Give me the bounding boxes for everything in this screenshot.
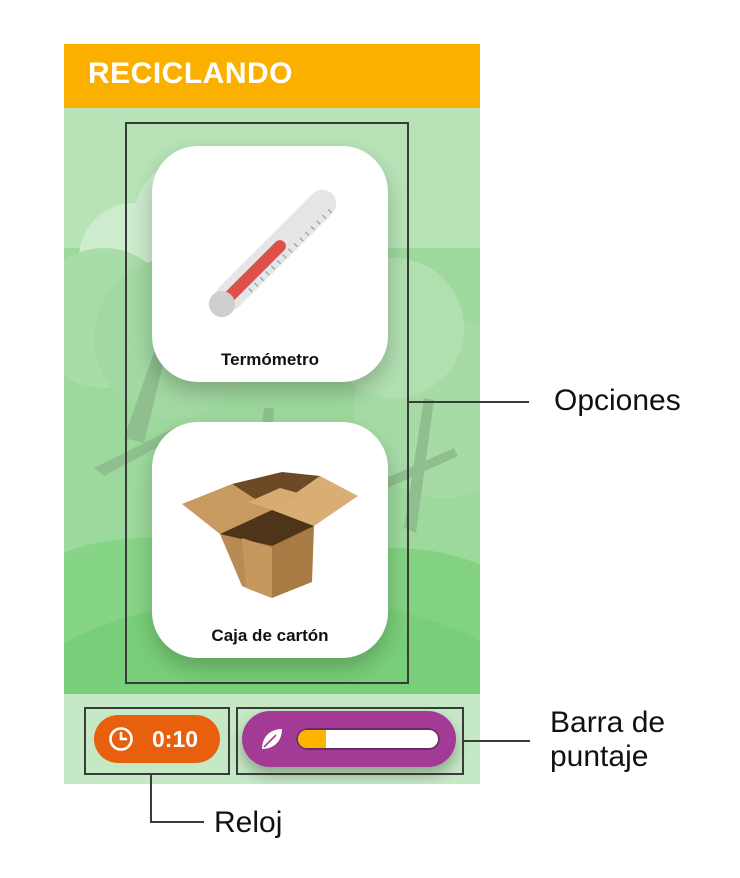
score-highlight-frame xyxy=(236,707,464,775)
timer-callout-line-vertical xyxy=(150,775,152,823)
app-title: RECICLANDO xyxy=(88,57,293,90)
score-callout-label-line1: Barra de xyxy=(550,706,666,739)
score-callout-label-line2: puntaje xyxy=(550,740,649,773)
options-callout-line xyxy=(409,401,529,403)
options-callout-label: Opciones xyxy=(554,384,681,417)
options-highlight-frame xyxy=(125,122,409,684)
timer-callout-line-horizontal xyxy=(150,821,204,823)
timer-callout-label: Reloj xyxy=(214,806,283,839)
score-callout-line xyxy=(464,740,530,742)
header-bar: RECICLANDO xyxy=(64,44,480,108)
timer-highlight-frame xyxy=(84,707,230,775)
